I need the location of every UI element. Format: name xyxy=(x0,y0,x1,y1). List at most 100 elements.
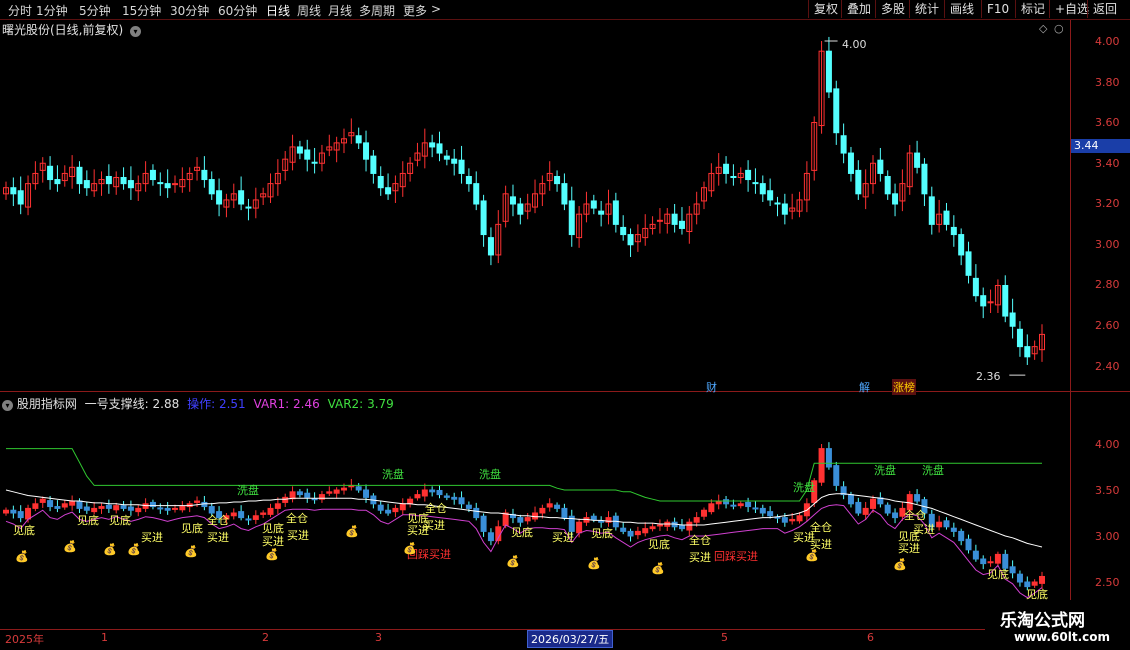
indicator-candle-body xyxy=(157,507,164,510)
candle-body xyxy=(752,182,759,185)
statistics-button[interactable]: 统计 xyxy=(909,0,944,18)
overlay-button[interactable]: 叠加 xyxy=(841,0,876,18)
candle-body xyxy=(914,152,921,168)
restore-rights-button[interactable]: 复权 xyxy=(808,0,843,18)
candlestick-chart[interactable] xyxy=(0,20,1070,390)
var1-line xyxy=(5,504,1043,599)
indicator-candle-body xyxy=(260,512,267,515)
candle-body xyxy=(980,295,987,307)
f10-button[interactable]: F10 xyxy=(981,0,1014,18)
var1-value: 2.46 xyxy=(293,397,320,411)
indicator-candle-body xyxy=(649,526,656,530)
tab-15min[interactable]: 15分钟 xyxy=(122,2,161,19)
indicator-tick: 4.00 xyxy=(1095,438,1120,451)
candle-body xyxy=(164,183,171,189)
indicator-candle-body xyxy=(943,520,950,528)
indicator-candle-body xyxy=(399,503,406,511)
candle-body xyxy=(965,251,972,276)
tab-monthly[interactable]: 月线 xyxy=(328,2,352,19)
indicator-candle-body xyxy=(282,496,289,503)
event-zhangbang[interactable]: 涨榜 xyxy=(892,379,916,395)
candle-body xyxy=(208,179,215,195)
indicator-candle-body xyxy=(759,507,766,514)
indicator-tick: 3.50 xyxy=(1095,484,1120,497)
back-button[interactable]: 返回 xyxy=(1087,0,1122,18)
indicator-candle-body xyxy=(502,512,509,526)
signal-quancang: 全仓 xyxy=(286,512,308,525)
indicator-candle-body xyxy=(127,506,134,511)
draw-line-button[interactable]: 画线 xyxy=(944,0,979,18)
signal-xipan: 洗盘 xyxy=(793,481,815,494)
tab-multi-period[interactable]: 多周期 xyxy=(359,2,395,19)
signal-jiandi: 见底 xyxy=(181,522,203,535)
tab-fenshi[interactable]: 分时 xyxy=(8,2,32,19)
tab-5min[interactable]: 5分钟 xyxy=(79,2,111,19)
signal-jiandi: 见底 xyxy=(511,526,533,539)
indicator-candle-body xyxy=(245,518,252,521)
indicator-candle-body xyxy=(884,504,891,514)
indicator-candle-body xyxy=(1039,575,1045,584)
price-tick: 2.60 xyxy=(1095,319,1120,332)
tab-daily[interactable]: 日线 xyxy=(266,2,290,19)
multi-stock-button[interactable]: 多股 xyxy=(875,0,910,18)
candle-body xyxy=(759,183,766,195)
tab-30min[interactable]: 30分钟 xyxy=(170,2,209,19)
candle-body xyxy=(598,210,605,215)
indicator-candle-body xyxy=(171,507,178,510)
candle-body xyxy=(83,180,90,189)
candle-body xyxy=(972,277,979,297)
signal-xipan: 洗盘 xyxy=(237,484,259,497)
candle-body xyxy=(671,213,678,225)
mark-button[interactable]: 标记 xyxy=(1015,0,1050,18)
candle-body xyxy=(723,163,730,174)
candle-body xyxy=(554,175,561,185)
var2-value: 3.79 xyxy=(367,397,394,411)
indicator-candle-body xyxy=(47,500,54,508)
indicator-candle-body xyxy=(818,448,825,483)
event-jie[interactable]: 解 xyxy=(858,379,871,395)
candle-body xyxy=(627,234,634,246)
var2-label: VAR2: xyxy=(327,397,364,411)
indicator-candle-body xyxy=(1009,566,1016,574)
indicator-name[interactable]: 股朋指标网 xyxy=(17,397,77,411)
candle-body xyxy=(370,155,377,174)
indicator-candle-body xyxy=(407,498,414,505)
tab-more[interactable]: 更多 xyxy=(403,2,427,19)
candle-body xyxy=(377,175,384,189)
indicator-candle-body xyxy=(994,553,1001,564)
signal-jiandi: 见底 xyxy=(987,568,1009,581)
indicator-candle-body xyxy=(61,503,68,508)
tab-60min[interactable]: 60分钟 xyxy=(218,2,257,19)
signal-jiandi: 见底 xyxy=(13,524,35,537)
candle-body xyxy=(47,165,54,181)
candle-body xyxy=(443,155,450,160)
candle-body xyxy=(833,88,840,134)
tab-1min[interactable]: 1分钟 xyxy=(36,2,68,19)
event-cai[interactable]: 财 xyxy=(705,379,718,395)
indicator-candle-body xyxy=(855,501,862,514)
indicator-candle-body xyxy=(620,527,627,532)
candle-body xyxy=(296,146,303,154)
candle-body xyxy=(509,196,516,205)
indicator-candle-body xyxy=(3,509,9,514)
signal-mairu: 买进 xyxy=(898,542,920,555)
tab-weekly[interactable]: 周线 xyxy=(297,2,321,19)
indicator-candle-body xyxy=(914,494,921,502)
money-bag-icon: 💰 xyxy=(63,540,77,553)
candle-body xyxy=(877,159,884,174)
indicator-candle-body xyxy=(385,509,392,514)
indicator-candle-body xyxy=(377,504,384,511)
indicator-candle-body xyxy=(238,511,245,519)
indicator-candle-body xyxy=(767,511,774,517)
indicator-candle-body xyxy=(517,517,524,523)
indicator-candle-body xyxy=(686,521,693,531)
signal-mairu: 买进 xyxy=(141,531,163,544)
indicator-candle-body xyxy=(340,487,347,491)
indicator-candle-body xyxy=(436,489,443,496)
candle-body xyxy=(847,152,854,174)
money-bag-icon: 💰 xyxy=(127,543,141,556)
candle-body xyxy=(149,169,156,181)
chevron-right-icon[interactable]: > xyxy=(431,2,441,16)
indicator-candle-body xyxy=(69,500,76,506)
money-bag-icon: 💰 xyxy=(184,545,198,558)
